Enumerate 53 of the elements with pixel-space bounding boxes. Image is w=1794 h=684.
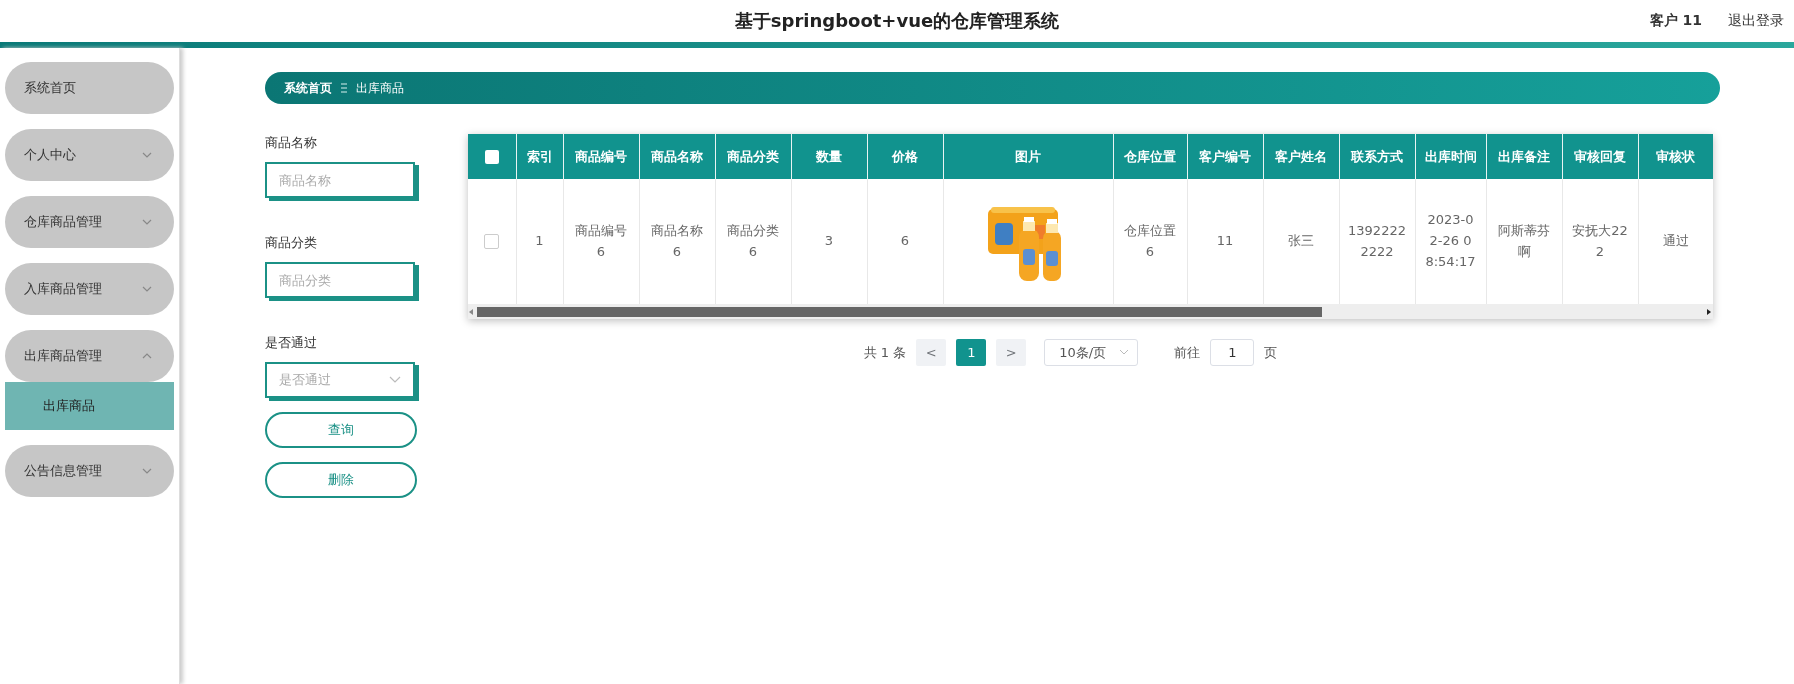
delete-button[interactable]: 删除 [265,462,417,498]
separator-icon [340,82,348,94]
user-name: 客户 11 [1649,12,1702,30]
sidebar-item[interactable]: 个人中心 [5,129,174,181]
breadcrumb-link[interactable]: 出库商品 [356,79,404,97]
column-header: 客户编号 [1187,134,1263,179]
scroll-left-icon [468,307,475,316]
field-label: 商品分类 [265,234,318,252]
column-header: 客户姓名 [1263,134,1339,179]
column-header: 出库时间 [1415,134,1486,179]
total-count: 共 1 条 [863,343,907,362]
chevron-icon [142,218,152,226]
app-title: 基于springboot+vue的仓库管理系统 [734,9,1060,33]
page-unit-label: 页 [1264,343,1278,362]
chevron-icon [142,467,152,475]
column-header: 审核回复 [1562,134,1638,179]
chevron-icon [142,352,152,360]
input-field[interactable]: 商品名称 [265,162,415,198]
column-header: 商品名称 [639,134,715,179]
breadcrumb-link[interactable]: 系统首页 [284,79,332,97]
row-checkbox[interactable] [484,234,500,250]
input-field[interactable]: 商品分类 [265,262,415,298]
chevron-icon [142,151,152,159]
search-button[interactable]: 查询 [265,412,417,448]
submenu-item[interactable]: 出库商品 [5,382,174,430]
sidebar-item[interactable]: 入库商品管理 [5,263,174,315]
column-header: 商品分类 [715,134,791,179]
scroll-right-icon [1706,307,1713,316]
column-header: 图片 [943,134,1113,179]
logout-link[interactable]: 退出登录 [1728,12,1784,30]
column-header: 索引 [516,134,563,179]
sidebar-item[interactable]: 公告信息管理 [5,445,174,497]
column-header: 价格 [867,134,943,179]
sidebar-item[interactable]: 系统首页 [5,62,174,114]
column-header: 联系方式 [1339,134,1415,179]
chevron-icon [142,285,152,293]
sidebar-item[interactable]: 仓库商品管理 [5,196,174,248]
select-all-checkbox[interactable] [484,150,499,165]
field-label: 是否通过 [265,334,318,352]
column-header: 数量 [791,134,867,179]
column-header: 仓库位置 [1113,134,1187,179]
column-header: 审核状 [1638,134,1713,179]
page-button[interactable]: 1 [956,339,987,366]
page-size-select[interactable]: 10条/页 [1044,339,1139,366]
chevron-icon [1119,349,1130,356]
column-header: 出库备注 [1486,134,1562,179]
page-input[interactable]: 1 [1210,339,1255,366]
field-label: 商品名称 [265,134,318,152]
sidebar-item[interactable]: 出库商品管理 [5,330,174,382]
column-header: 商品编号 [563,134,639,179]
horizontal-scrollbar[interactable] [468,304,1713,319]
goto-label: 前往 [1174,343,1201,362]
chevron-icon [389,376,401,384]
